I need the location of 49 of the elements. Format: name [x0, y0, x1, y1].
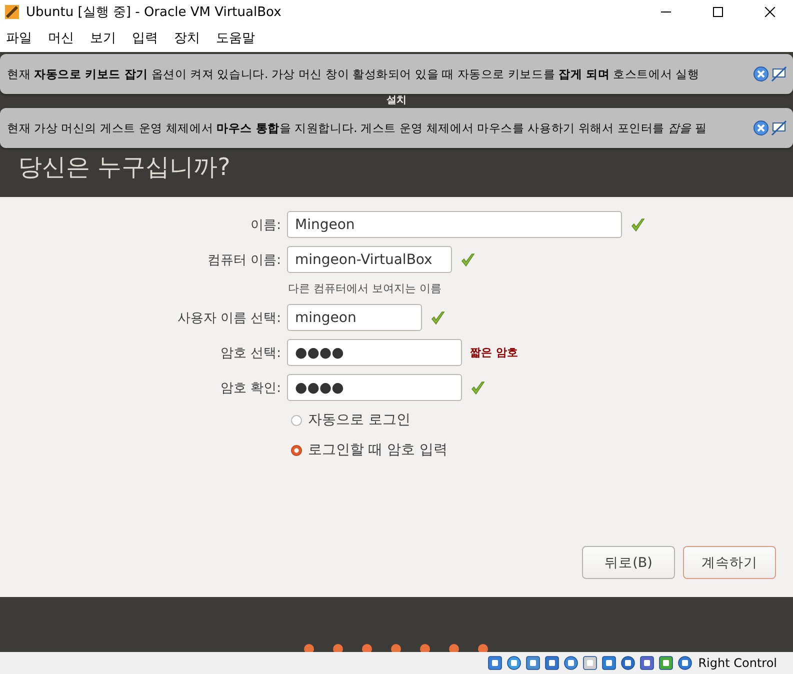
- device-icon[interactable]: [677, 655, 694, 671]
- menu-item[interactable]: 파일: [4, 29, 40, 47]
- input-field[interactable]: ●●●●: [287, 374, 462, 401]
- page-heading: 당신은 누구십니까?: [18, 152, 232, 183]
- menu-item[interactable]: 입력: [130, 29, 166, 47]
- menu-item[interactable]: 머신: [46, 29, 82, 47]
- device-icon[interactable]: [639, 655, 656, 671]
- check-icon: [430, 310, 446, 326]
- device-icon[interactable]: [506, 655, 522, 671]
- device-icon[interactable]: [582, 655, 598, 671]
- device-icon[interactable]: [525, 655, 542, 671]
- device-icon[interactable]: [563, 655, 580, 671]
- window-title: Ubuntu [실행 중] - Oracle VM VirtualBox: [26, 4, 282, 21]
- error-text: 짧은 암호: [470, 345, 518, 360]
- notification-text: 현재 자동으로 키보드 잡기 옵션이 켜져 있습니다. 가상 머신 창이 활성화되어 있을 때 자동으로 키보드를 잡게 되며 호스트에서 실행: [7, 66, 700, 82]
- continue-button[interactable]: 계속하기: [683, 546, 776, 579]
- maximize-icon[interactable]: [713, 7, 723, 17]
- hint-text: 다른 컴퓨터에서 보여지는 이름: [287, 281, 442, 296]
- menu-item[interactable]: 도움말: [214, 29, 263, 47]
- input-field[interactable]: Mingeon: [287, 211, 622, 238]
- device-icon[interactable]: [658, 655, 674, 671]
- radio-option[interactable]: 자동으로 로그인: [291, 409, 776, 431]
- close-icon[interactable]: [753, 120, 769, 136]
- menu-item[interactable]: 장치: [172, 29, 208, 47]
- input-field[interactable]: ●●●●: [287, 339, 462, 366]
- check-icon: [460, 252, 476, 268]
- device-icon[interactable]: [544, 655, 560, 671]
- menu-item[interactable]: 보기: [88, 29, 124, 47]
- device-icon[interactable]: [487, 655, 504, 671]
- close-icon[interactable]: [753, 66, 769, 82]
- radio-option[interactable]: 로그인할 때 암호 입력: [291, 439, 776, 461]
- back-button[interactable]: 뒤로(B): [582, 546, 675, 579]
- check-icon: [630, 216, 646, 232]
- field-label: 암호 확인:: [219, 380, 281, 396]
- input-field[interactable]: mingeon-VirtualBox: [287, 246, 452, 273]
- check-icon: [470, 380, 486, 396]
- device-icon[interactable]: [620, 655, 636, 671]
- notification-text: 현재 가상 머신의 게스트 운영 체제에서 마우스 통합을 지원합니다. 게스트 운영 체제에서 마우스를 사용하기 위해서 포인터를 잡을 필: [7, 120, 708, 136]
- no-message-icon[interactable]: [771, 66, 787, 82]
- installer-title: 설치: [386, 95, 408, 106]
- input-field[interactable]: mingeon: [287, 304, 422, 331]
- field-label: 암호 선택:: [219, 344, 281, 362]
- close-icon[interactable]: [765, 7, 775, 17]
- field-label: 컴퓨터 이름:: [206, 252, 281, 268]
- field-label: 이름:: [250, 216, 281, 234]
- device-icon[interactable]: [601, 655, 618, 671]
- host-key-label: Right Control: [698, 656, 777, 670]
- field-label: 사용자 이름 선택:: [176, 310, 281, 326]
- no-message-icon[interactable]: [771, 120, 787, 136]
